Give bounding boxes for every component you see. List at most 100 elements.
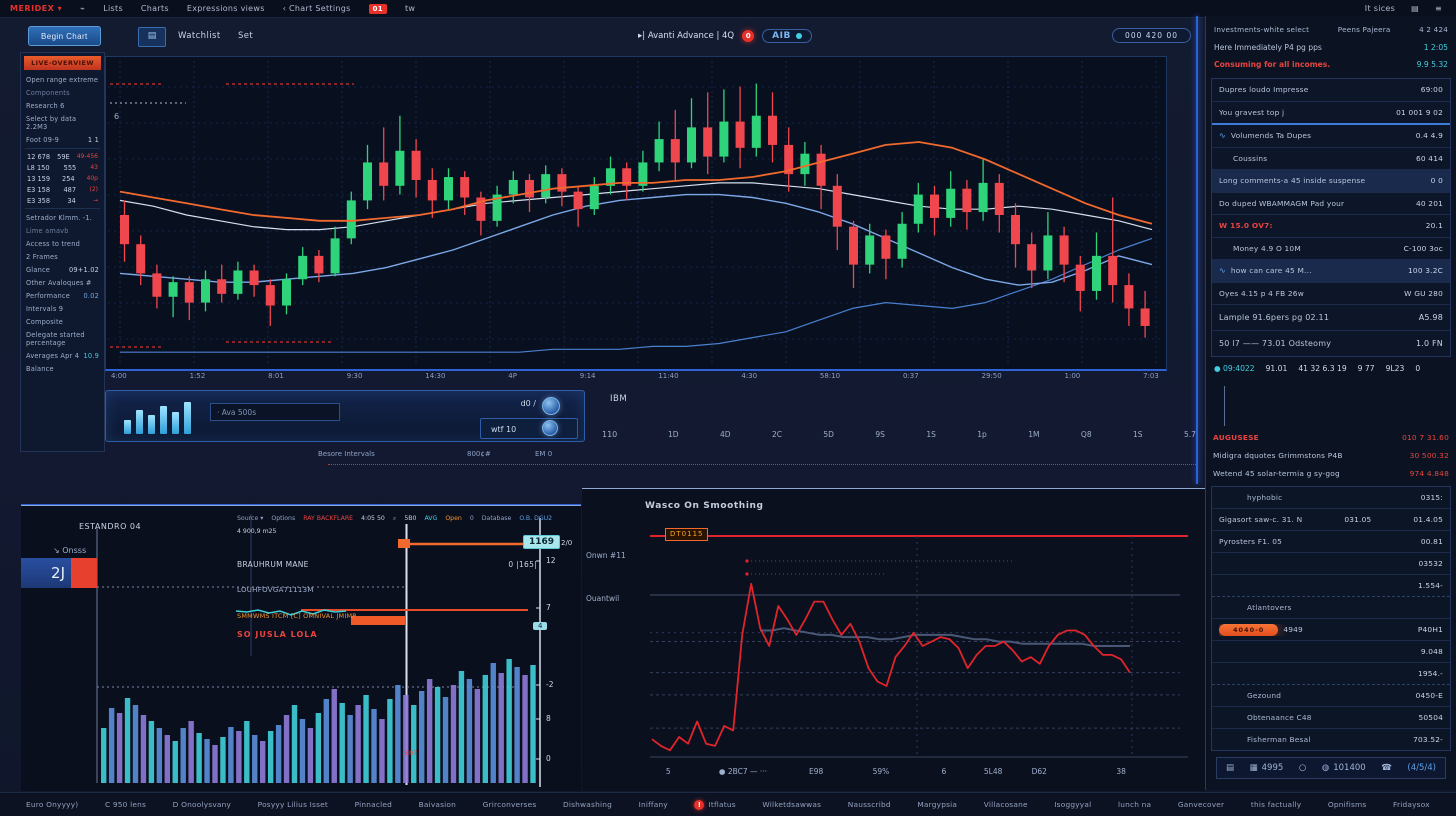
phone-icon[interactable]: ☎ bbox=[1381, 763, 1392, 773]
statusbar-item[interactable]: this factually bbox=[1251, 800, 1301, 809]
card-icon[interactable]: ▦4995 bbox=[1250, 763, 1284, 773]
rp-scroll-gap[interactable] bbox=[1206, 380, 1456, 428]
alert-badge[interactable]: 0 bbox=[742, 30, 754, 42]
timeframe-item[interactable]: 2C bbox=[772, 430, 782, 439]
rp-row[interactable]: Dupres loudo Impresse69:00 bbox=[1212, 79, 1450, 102]
clock-pill[interactable]: 000 420 00 bbox=[1112, 28, 1191, 43]
position-size-box[interactable]: 2J bbox=[21, 558, 71, 588]
menubar-item[interactable]: MERIDEX ▾ bbox=[10, 4, 62, 13]
statusbar-item[interactable]: Iniffany bbox=[639, 800, 668, 809]
price-chip[interactable]: 1169 bbox=[523, 535, 560, 549]
orderbook-row[interactable]: E3 158487(2) bbox=[25, 184, 100, 195]
statusbar-item[interactable]: Ganvecover bbox=[1178, 800, 1224, 809]
intervals-label[interactable]: Besore Intervals bbox=[318, 450, 375, 458]
statusbar-item[interactable]: Wilketdsawwas bbox=[762, 800, 821, 809]
sidebar-item[interactable]: Foot 09-91 1 bbox=[21, 133, 104, 146]
statusbar-item[interactable]: Isoggyyal bbox=[1054, 800, 1091, 809]
rp-row[interactable]: 4040-04949P40H1 bbox=[1212, 619, 1450, 641]
statusbar-item[interactable]: Villacosane bbox=[984, 800, 1028, 809]
menubar-item[interactable]: ≡ bbox=[1435, 4, 1442, 13]
statusbar-item[interactable]: Pinnacled bbox=[355, 800, 392, 809]
rp-row[interactable]: Atlantovers bbox=[1212, 597, 1450, 619]
timeframe-item[interactable]: 1D bbox=[668, 430, 679, 439]
rp-row[interactable]: Long comments-a 45 inside suspense0 0 bbox=[1212, 170, 1450, 193]
chip-label[interactable]: 5B0 bbox=[404, 514, 416, 524]
timeframe-item[interactable]: Q8 bbox=[1081, 430, 1092, 439]
menubar-item[interactable]: ▤ bbox=[1411, 4, 1419, 13]
chip-label[interactable]: Open bbox=[445, 514, 462, 524]
d0-button[interactable]: d0 / bbox=[521, 399, 536, 408]
sidebar-item[interactable]: Glance09+1.02 bbox=[21, 263, 104, 276]
barrel-icon[interactable]: ◍101400 bbox=[1322, 763, 1366, 773]
chip-label[interactable]: AVG bbox=[424, 514, 437, 524]
statusbar-item[interactable]: Opnifisms bbox=[1328, 800, 1367, 809]
statusbar-item[interactable]: Margypsia bbox=[917, 800, 957, 809]
rp-row[interactable]: Lample 91.6pers pg 02.11A5.98 bbox=[1212, 305, 1450, 331]
menubar-badge[interactable]: 01 bbox=[369, 4, 387, 14]
rp-row[interactable]: Obtenaance C4850504 bbox=[1212, 707, 1450, 729]
statusbar-item[interactable]: lunch na bbox=[1118, 800, 1151, 809]
timeframe-item[interactable]: 5D bbox=[823, 430, 834, 439]
menubar-item[interactable]: Lists bbox=[103, 4, 123, 13]
begin-chart-button[interactable]: Begin Chart bbox=[28, 26, 101, 46]
statusbar-item[interactable]: !Itflatus bbox=[694, 800, 735, 810]
sell-box[interactable] bbox=[71, 558, 97, 588]
globe-icon[interactable] bbox=[542, 397, 560, 415]
chip-label[interactable]: 4:05 50 bbox=[361, 514, 385, 524]
sidebar-item[interactable]: Open range extreme bbox=[21, 73, 104, 86]
statusbar-item[interactable]: Fridaysox bbox=[1393, 800, 1430, 809]
chip-label[interactable]: 4 900,9 m25 bbox=[237, 527, 277, 537]
symbol-selector[interactable]: ▸| Avanti Advance | 4Q 0 AIB bbox=[638, 29, 812, 43]
statusbar-item[interactable]: Dishwashing bbox=[563, 800, 612, 809]
rp-row[interactable]: Do duped WBAMMAGM Pad your40 201 bbox=[1212, 193, 1450, 216]
aib-toggle[interactable]: AIB bbox=[762, 29, 812, 43]
menubar-item[interactable]: It sices bbox=[1365, 4, 1395, 13]
chip-label[interactable]: 0 bbox=[470, 514, 474, 524]
volume-chart-svg[interactable]: 127-280 bbox=[21, 506, 581, 791]
menubar-item[interactable]: tw bbox=[405, 4, 415, 13]
rp-row[interactable]: Fisherman Besal703.52- bbox=[1212, 729, 1450, 750]
rp-row[interactable]: Money 4.9 O 10MC-100 3oc bbox=[1212, 238, 1450, 261]
statusbar-item[interactable]: Posyyy Lilius Isset bbox=[258, 800, 328, 809]
rp-row[interactable]: Gezound0450-E bbox=[1212, 685, 1450, 707]
volume-panel[interactable]: 127-280 ESTANDRO 04 ↘ Onsss 2J Source ▾O… bbox=[21, 505, 581, 791]
rp-row[interactable]: ∿how can care 45 M...100 3.2C bbox=[1212, 260, 1450, 283]
rp-row[interactable]: hyphobic0315: bbox=[1212, 487, 1450, 509]
rp-row[interactable]: Coussins60 414 bbox=[1212, 148, 1450, 171]
watchlist-label[interactable]: Watchlist bbox=[178, 31, 221, 41]
chip-label[interactable]: Source ▾ bbox=[237, 514, 263, 524]
sidebar-item[interactable]: Lime amavb bbox=[21, 224, 104, 237]
set-label[interactable]: Set bbox=[238, 31, 253, 41]
timeframe-item[interactable]: 5.7 bbox=[1184, 430, 1196, 439]
sidebar-item[interactable]: Setrador Klmm. -1. bbox=[21, 211, 104, 224]
symbol-ticker-label[interactable]: IBM bbox=[610, 394, 627, 404]
rp-row[interactable]: 1.554- bbox=[1212, 575, 1450, 597]
layout-icon-button[interactable]: ▤ bbox=[138, 27, 166, 47]
menubar-item[interactable]: ‹ Chart Settings bbox=[283, 4, 351, 13]
header-center[interactable]: Peens Pajeera bbox=[1338, 25, 1391, 34]
ratio-label[interactable]: (4/5/4) bbox=[1407, 763, 1436, 773]
sidebar-item[interactable]: 2 Frames bbox=[21, 250, 104, 263]
chip-label[interactable]: Options bbox=[271, 514, 295, 524]
rp-row[interactable]: You gravest top j01 001 9 02 bbox=[1212, 102, 1450, 126]
rp-row[interactable]: Gigasort saw-c. 31. N031.0501.4.05 bbox=[1212, 509, 1450, 531]
rp-row[interactable]: 9.048 bbox=[1212, 641, 1450, 663]
orderbook-row[interactable]: E3 35834→ bbox=[25, 195, 100, 206]
statusbar-item[interactable]: Euro Onyyyy) bbox=[26, 800, 78, 809]
statusbar-item[interactable]: C 950 lens bbox=[105, 800, 146, 809]
rp-row[interactable]: ∿Volumends Ta Dupes0.4 4.9 bbox=[1212, 125, 1450, 148]
statusbar-item[interactable]: Nausscribd bbox=[848, 800, 891, 809]
orderbook-table[interactable]: 12 67859E49-456L8 1505554313 15925440pE3… bbox=[25, 148, 100, 209]
main-chart-panel[interactable]: 6 bbox=[105, 56, 1167, 371]
sidebar-item[interactable]: Access to trend bbox=[21, 237, 104, 250]
smoothing-panel[interactable]: Wasco On Smoothing DT0115 Onwn #11 Ouant… bbox=[582, 488, 1205, 791]
menubar-item[interactable]: ⌁ bbox=[80, 4, 85, 13]
statusbar-item[interactable]: D Onoolysvany bbox=[173, 800, 231, 809]
opens-label[interactable]: ↘ Onsss bbox=[53, 546, 86, 555]
rp-row[interactable]: Midigra dquotes Grimmstons P4B30 500.32 bbox=[1206, 446, 1456, 464]
sidebar-item[interactable]: Other Avaloques # bbox=[21, 276, 104, 289]
timeframe-item[interactable]: 1S bbox=[926, 430, 936, 439]
sidebar-item[interactable]: Research 6 bbox=[21, 99, 104, 112]
chip-label[interactable]: RAY BACKFLARE bbox=[303, 514, 353, 524]
timeframe-item[interactable]: 9S bbox=[875, 430, 885, 439]
